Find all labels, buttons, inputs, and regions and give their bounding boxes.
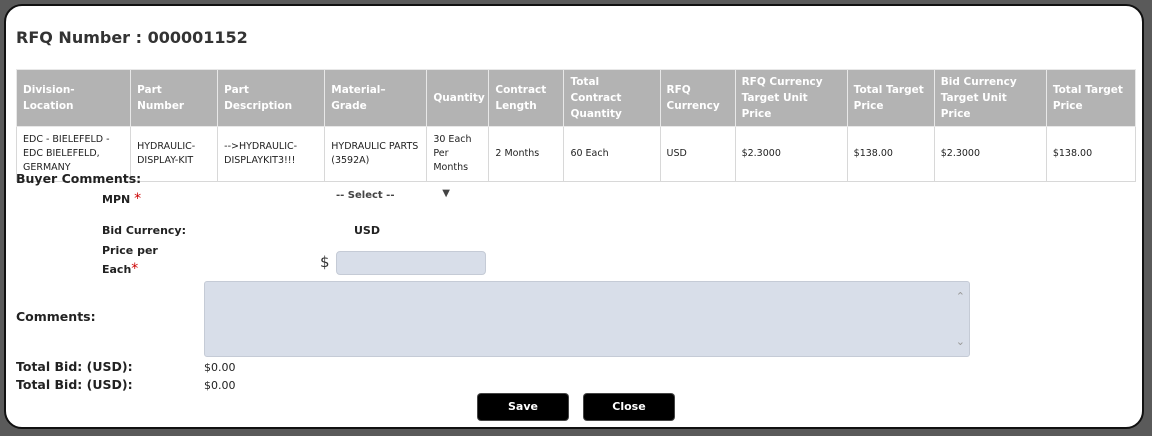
table-cell: 60 Each [563, 126, 661, 182]
table-cell: $138.00 [1045, 126, 1137, 182]
column-header: Contract Length [488, 69, 565, 127]
column-header: RFQ Currency [659, 69, 736, 127]
rfq-table: Division-Location Part Number Part Descr… [15, 69, 1137, 182]
rfq-bid-dialog: RFQ Number : 000001152 Division-Location… [4, 4, 1144, 429]
column-header: Part Description [217, 69, 326, 127]
save-button[interactable]: Save [478, 394, 568, 420]
table-cell: HYDRAULIC-DISPLAY-KIT [130, 126, 219, 182]
column-header: Bid Currency Target Unit Price [933, 69, 1047, 127]
bid-currency-label: Bid Currency: [102, 224, 186, 237]
column-header: Total Target Price [1045, 69, 1137, 127]
column-header: Division-Location [15, 69, 132, 127]
chevron-down-icon[interactable]: ⌄ [956, 335, 965, 348]
total-bid-value: $0.00 [204, 379, 236, 392]
total-bid-label: Total Bid: (USD): [16, 359, 133, 374]
required-marker: * [134, 191, 142, 207]
price-per-each-label: Price per Each* [102, 242, 158, 279]
column-header: RFQ Currency Target Unit Price [734, 69, 848, 127]
column-header: Quantity [426, 69, 490, 127]
total-bid-label: Total Bid: (USD): [16, 377, 133, 392]
table-cell: USD [659, 126, 736, 182]
table-cell: -->HYDRAULIC-DISPLAYKIT3!!! [217, 126, 326, 182]
table-row: EDC - BIELEFELD -EDC BIELEFELD, GERMANY … [15, 126, 1137, 182]
column-header: Part Number [130, 69, 219, 127]
price-input[interactable] [336, 251, 486, 275]
column-header: Material–Grade [324, 69, 428, 127]
column-header: Total Contract Quantity [563, 69, 661, 127]
close-button[interactable]: Close [584, 394, 674, 420]
required-marker: * [131, 261, 139, 277]
mpn-select-value: -- Select -- [336, 190, 395, 201]
comments-label: Comments: [16, 309, 96, 324]
table-header-row: Division-Location Part Number Part Descr… [15, 69, 1137, 127]
chevron-up-icon[interactable]: ⌃ [956, 290, 965, 303]
table-cell: 2 Months [488, 126, 565, 182]
table-cell: $138.00 [846, 126, 935, 182]
mpn-select[interactable]: -- Select -- ▼ [336, 188, 450, 206]
price-label-line1: Price per [102, 244, 158, 257]
column-header: Total Target Price [846, 69, 935, 127]
chevron-down-icon: ▼ [442, 188, 450, 199]
table-cell: $2.3000 [734, 126, 848, 182]
dialog-title: RFQ Number : 000001152 [16, 28, 248, 47]
buyer-comments-label: Buyer Comments: [16, 171, 142, 186]
comments-textarea[interactable]: ⌃ ⌄ [204, 281, 970, 357]
mpn-label: MPN * [102, 191, 141, 207]
price-label-line2: Each [102, 263, 132, 276]
total-bid-value: $0.00 [204, 361, 236, 374]
currency-symbol: $ [320, 253, 330, 271]
table-cell: 30 Each Per Months [426, 126, 490, 182]
bid-currency-value: USD [354, 224, 380, 237]
table-cell: HYDRAULIC PARTS (3592A) [324, 126, 428, 182]
table-cell: $2.3000 [933, 126, 1047, 182]
mpn-label-text: MPN [102, 193, 131, 206]
